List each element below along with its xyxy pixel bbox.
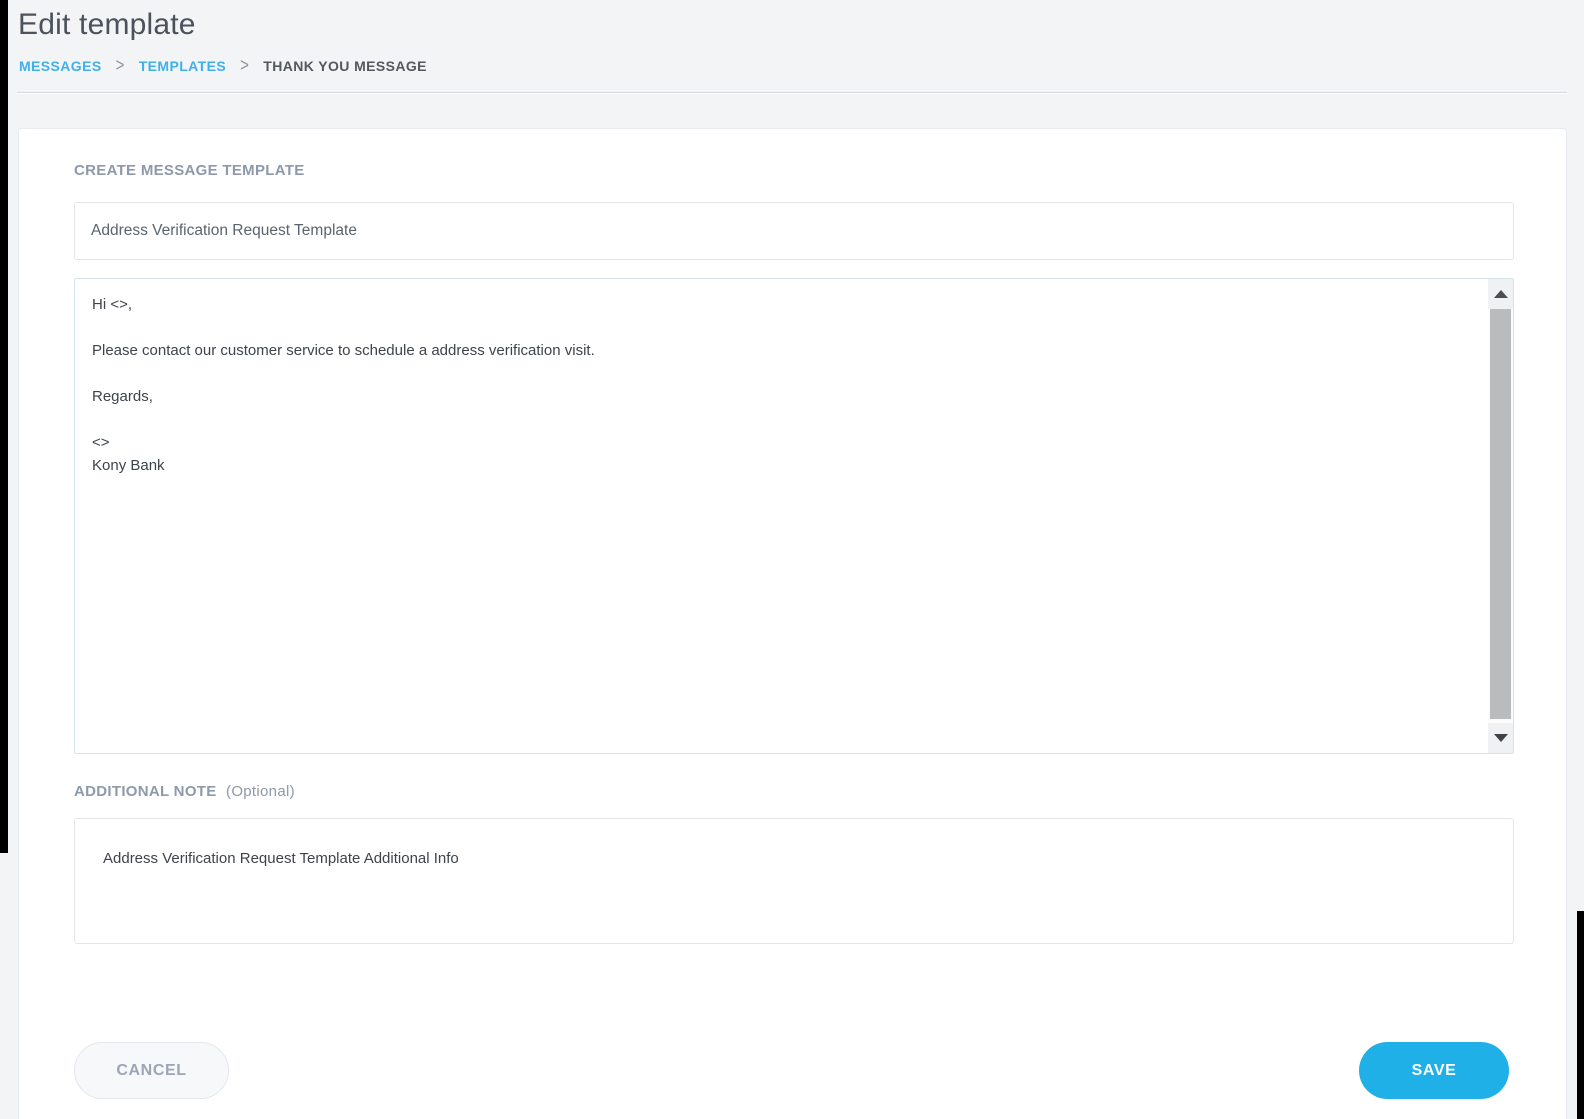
optional-suffix: (Optional) <box>226 783 295 800</box>
message-scrollbar[interactable] <box>1488 279 1513 753</box>
edit-template-card: CREATE MESSAGE TEMPLATE Hi <>, Please co… <box>18 128 1567 1119</box>
breadcrumb-templates[interactable]: TEMPLATES <box>139 58 226 74</box>
chevron-right-icon: > <box>116 55 125 75</box>
message-body-text: Hi <>, Please contact our customer servi… <box>92 293 1468 745</box>
edit-template-screen: Edit template MESSAGES > TEMPLATES > THA… <box>0 0 1584 1119</box>
template-name-input[interactable] <box>74 202 1514 260</box>
message-body-field[interactable]: Hi <>, Please contact our customer servi… <box>74 278 1514 754</box>
page-title: Edit template <box>18 8 196 42</box>
right-letterbox-bar <box>1577 911 1584 1119</box>
save-button[interactable]: SAVE <box>1359 1042 1509 1099</box>
additional-note-text: Address Verification Request Template Ad… <box>103 850 1483 867</box>
triangle-up-icon <box>1494 290 1508 298</box>
cancel-button[interactable]: CANCEL <box>74 1042 229 1099</box>
breadcrumb: MESSAGES > TEMPLATES > THANK YOU MESSAGE <box>19 57 427 74</box>
scrollbar-thumb[interactable] <box>1490 309 1511 719</box>
breadcrumb-current-thank-you-message: THANK YOU MESSAGE <box>263 58 427 74</box>
chevron-right-icon: > <box>240 55 249 75</box>
header-divider <box>17 92 1567 93</box>
create-message-template-label: CREATE MESSAGE TEMPLATE <box>74 162 305 179</box>
left-letterbox-bar <box>0 0 8 853</box>
breadcrumb-messages[interactable]: MESSAGES <box>19 58 102 74</box>
additional-note-label-text: ADDITIONAL NOTE <box>74 783 217 800</box>
additional-note-label: ADDITIONAL NOTE (Optional) <box>74 783 295 800</box>
scroll-up-button[interactable] <box>1488 279 1513 309</box>
triangle-down-icon <box>1494 734 1508 742</box>
additional-note-field[interactable]: Address Verification Request Template Ad… <box>74 818 1514 944</box>
scroll-down-button[interactable] <box>1488 723 1513 753</box>
